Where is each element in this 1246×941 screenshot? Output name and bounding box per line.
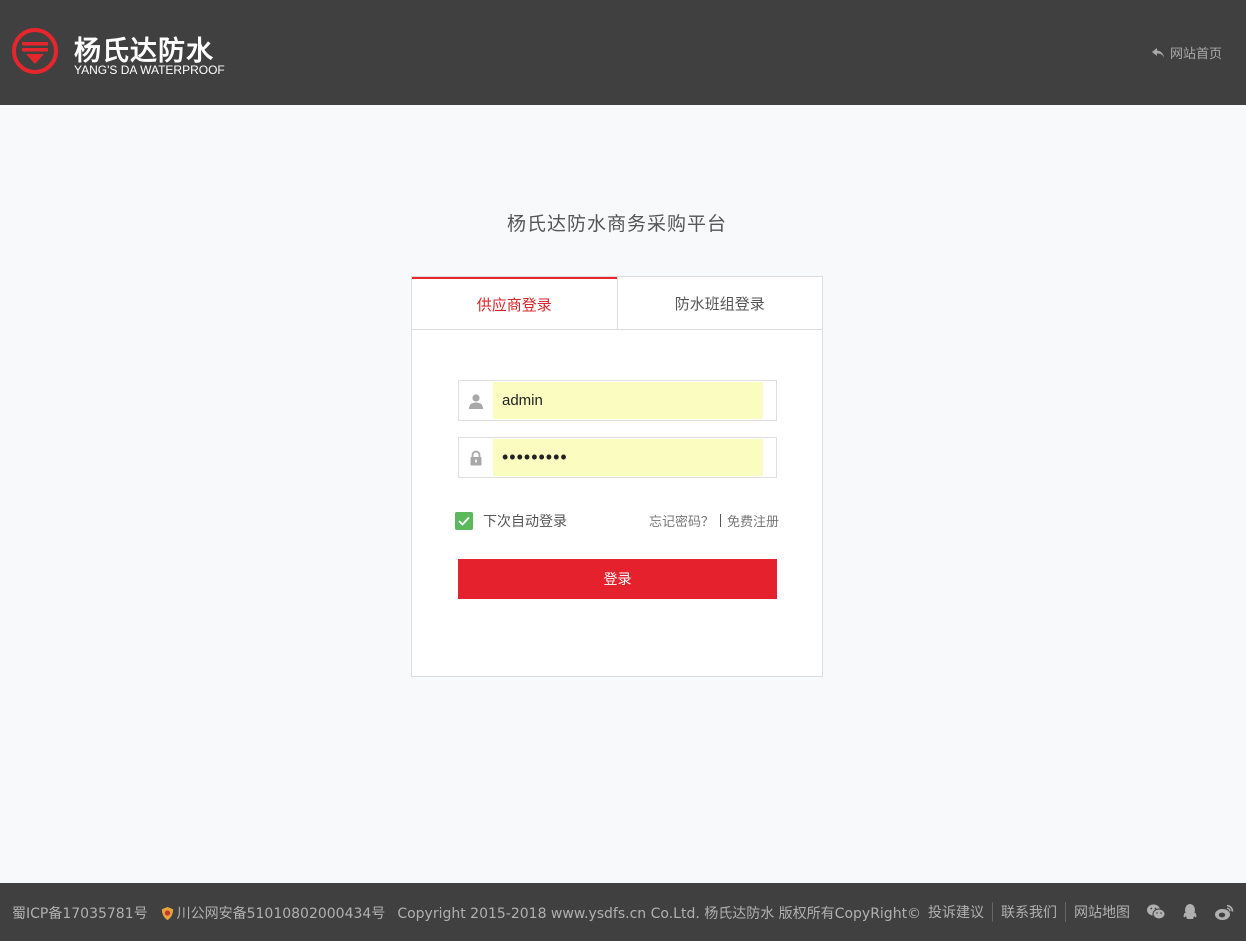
home-link-label: 网站首页 xyxy=(1169,47,1222,62)
password-field xyxy=(458,437,777,478)
tab-team-login[interactable]: 防水班组登录 xyxy=(616,277,822,329)
qq-icon[interactable] xyxy=(1180,903,1200,921)
username-input[interactable] xyxy=(493,382,763,419)
login-tabs: 供应商登录 防水班组登录 xyxy=(412,277,822,330)
footer-link-complaint[interactable]: 投诉建议 xyxy=(920,902,993,922)
brand-logo-icon xyxy=(12,28,58,74)
register-link[interactable]: 免费注册 xyxy=(727,511,779,530)
remember-me[interactable]: 下次自动登录 xyxy=(455,511,567,531)
police-badge-icon xyxy=(161,906,173,920)
login-button[interactable]: 登录 xyxy=(458,559,777,599)
check-icon xyxy=(458,516,470,526)
social-icons xyxy=(1146,903,1234,921)
police-record[interactable]: 川公网安备51010802000434号 xyxy=(160,903,386,923)
police-record-label: 川公网安备51010802000434号 xyxy=(176,906,386,922)
icp-link[interactable]: 蜀ICP备17035781号 xyxy=(12,903,148,923)
username-field xyxy=(458,380,777,421)
remember-label: 下次自动登录 xyxy=(483,514,567,530)
brand-subtitle: YANG'S DA WATERPROOF xyxy=(74,63,225,77)
auth-links: 忘记密码？ 免费注册 xyxy=(649,511,779,530)
copyright-text: Copyright 2015-2018 www.ysdfs.cn Co.Ltd.… xyxy=(397,906,922,922)
user-icon xyxy=(459,381,493,420)
forgot-password-link[interactable]: 忘记密码？ xyxy=(649,511,714,530)
login-panel: 供应商登录 防水班组登录 下次自动登录 忘记密码 xyxy=(411,276,823,677)
password-input[interactable] xyxy=(493,439,763,476)
footer-links: 投诉建议 联系我们 网站地图 xyxy=(920,902,1234,922)
footer-link-contact[interactable]: 联系我们 xyxy=(993,902,1066,922)
top-header: 杨氏达防水 YANG'S DA WATERPROOF 网站首页 xyxy=(0,0,1246,105)
home-link[interactable]: 网站首页 xyxy=(1151,43,1222,62)
page-title: 杨氏达防水商务采购平台 xyxy=(506,213,727,235)
link-divider xyxy=(719,514,721,527)
footer-link-sitemap[interactable]: 网站地图 xyxy=(1066,902,1138,922)
back-arrow-icon xyxy=(1151,47,1164,57)
wechat-icon[interactable] xyxy=(1146,903,1166,921)
footer-info: 蜀ICP备17035781号 川公网安备51010802000434号 Copy… xyxy=(12,903,921,923)
lock-icon xyxy=(459,438,493,477)
weibo-icon[interactable] xyxy=(1214,903,1234,921)
tab-supplier-login[interactable]: 供应商登录 xyxy=(412,277,617,329)
remember-checkbox[interactable] xyxy=(455,512,473,530)
page-footer: 蜀ICP备17035781号 川公网安备51010802000434号 Copy… xyxy=(0,883,1246,941)
